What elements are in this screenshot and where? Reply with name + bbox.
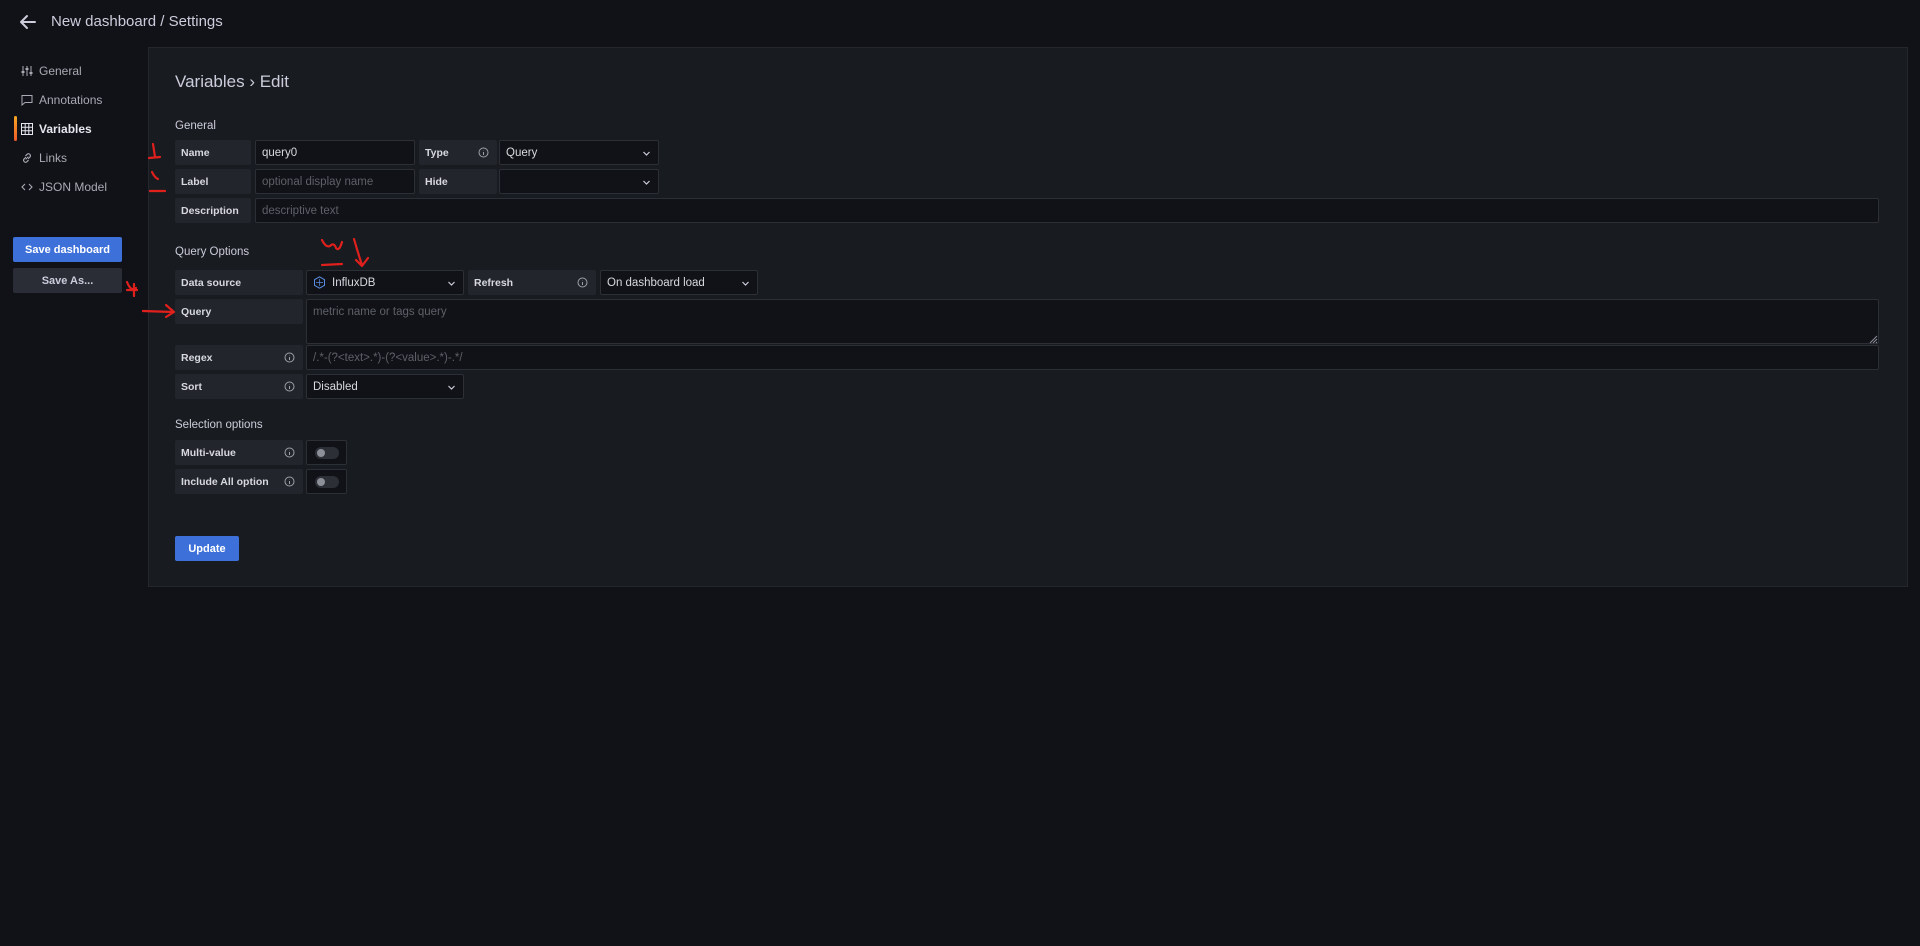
include-all-label: Include All option [175,469,303,494]
type-select-value: Query [506,146,538,159]
toggle-switch [314,475,339,488]
type-label-text: Type [425,146,449,159]
chevron-down-icon [447,383,456,392]
info-icon[interactable] [284,352,295,363]
info-icon[interactable] [478,147,489,158]
multi-value-toggle[interactable] [306,440,347,465]
info-icon[interactable] [284,447,295,458]
info-icon[interactable] [284,476,295,487]
refresh-label-text: Refresh [474,276,514,289]
multi-value-label-text: Multi-value [181,446,236,459]
regex-label-text: Regex [181,351,213,364]
refresh-select-value: On dashboard load [607,276,705,289]
hide-label: Hide [419,169,497,194]
refresh-select[interactable]: On dashboard load [600,270,758,295]
info-icon[interactable] [577,277,588,288]
sort-label: Sort [175,374,303,399]
sort-select-value: Disabled [313,380,358,393]
include-all-toggle[interactable] [306,469,347,494]
type-label: Type [419,140,497,165]
query-textarea[interactable] [306,299,1879,344]
chevron-down-icon [642,178,651,187]
toggle-switch [314,446,339,459]
hide-select[interactable] [499,169,659,194]
annotation-marks [125,142,370,319]
sort-select[interactable]: Disabled [306,374,464,399]
query-textarea-wrap [306,299,1879,344]
type-select[interactable]: Query [499,140,659,165]
info-icon[interactable] [284,381,295,392]
resize-grip-icon[interactable] [1868,333,1878,344]
refresh-label: Refresh [468,270,596,295]
chevron-down-icon [741,279,750,288]
chevron-down-icon [642,149,651,158]
sort-label-text: Sort [181,380,202,393]
chevron-down-icon [447,279,456,288]
include-all-label-text: Include All option [181,475,269,488]
multi-value-label: Multi-value [175,440,303,465]
selection-options-title: Selection options [175,419,263,431]
variable-edit-panel: Variables › Edit General Name Type Query… [148,47,1908,587]
description-input[interactable] [255,198,1879,223]
update-button[interactable]: Update [175,536,239,561]
regex-label: Regex [175,345,303,370]
regex-input[interactable] [306,345,1879,370]
